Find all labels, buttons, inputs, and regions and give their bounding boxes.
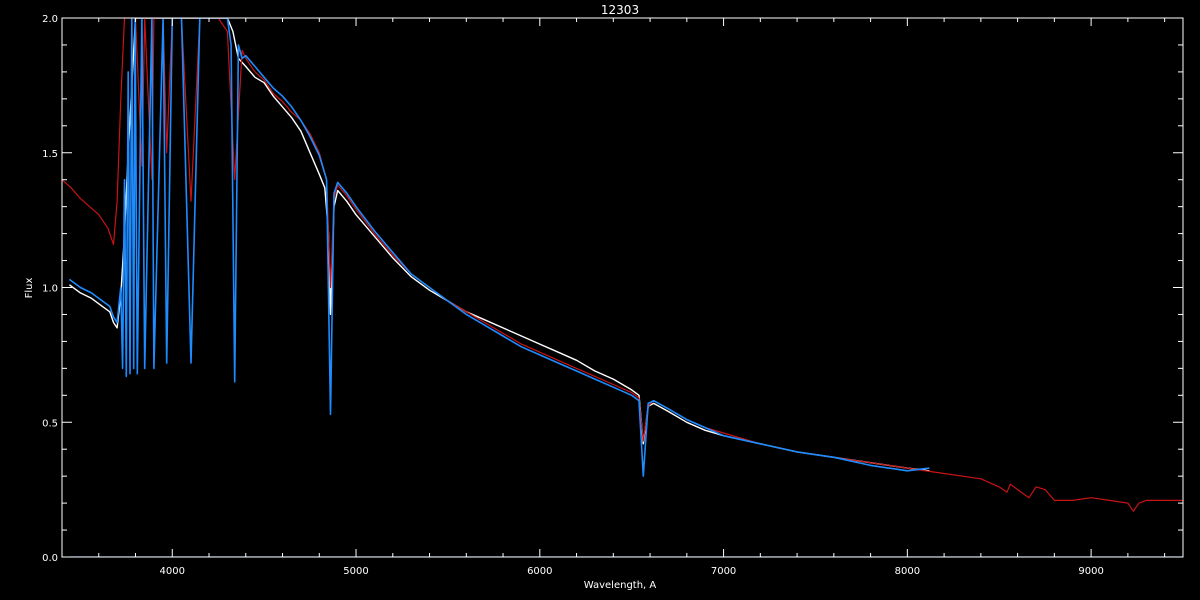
y-tick-label: 0.5 — [42, 418, 58, 429]
chart-title: 12303 — [601, 3, 639, 17]
x-tick-label: 5000 — [343, 566, 368, 577]
x-axis-label: Wavelength, A — [584, 580, 657, 591]
x-tick-label: 9000 — [1078, 566, 1103, 577]
x-tick-label: 8000 — [895, 566, 920, 577]
x-tick-label: 6000 — [527, 566, 552, 577]
spectrum-chart: 12303 4000 5000 6000 7000 8000 9000 0.0 0.5 1.0… — [0, 0, 1200, 600]
y-tick-label: 0.0 — [42, 553, 58, 564]
x-tick-label: 7000 — [711, 566, 736, 577]
y-tick-label: 1.5 — [42, 149, 58, 160]
y-tick-label: 1.0 — [42, 284, 58, 295]
y-tick-label: 2.0 — [42, 14, 58, 25]
y-axis-label: Flux — [24, 278, 35, 299]
x-tick-label: 4000 — [160, 566, 185, 577]
chart-background — [0, 0, 1200, 600]
